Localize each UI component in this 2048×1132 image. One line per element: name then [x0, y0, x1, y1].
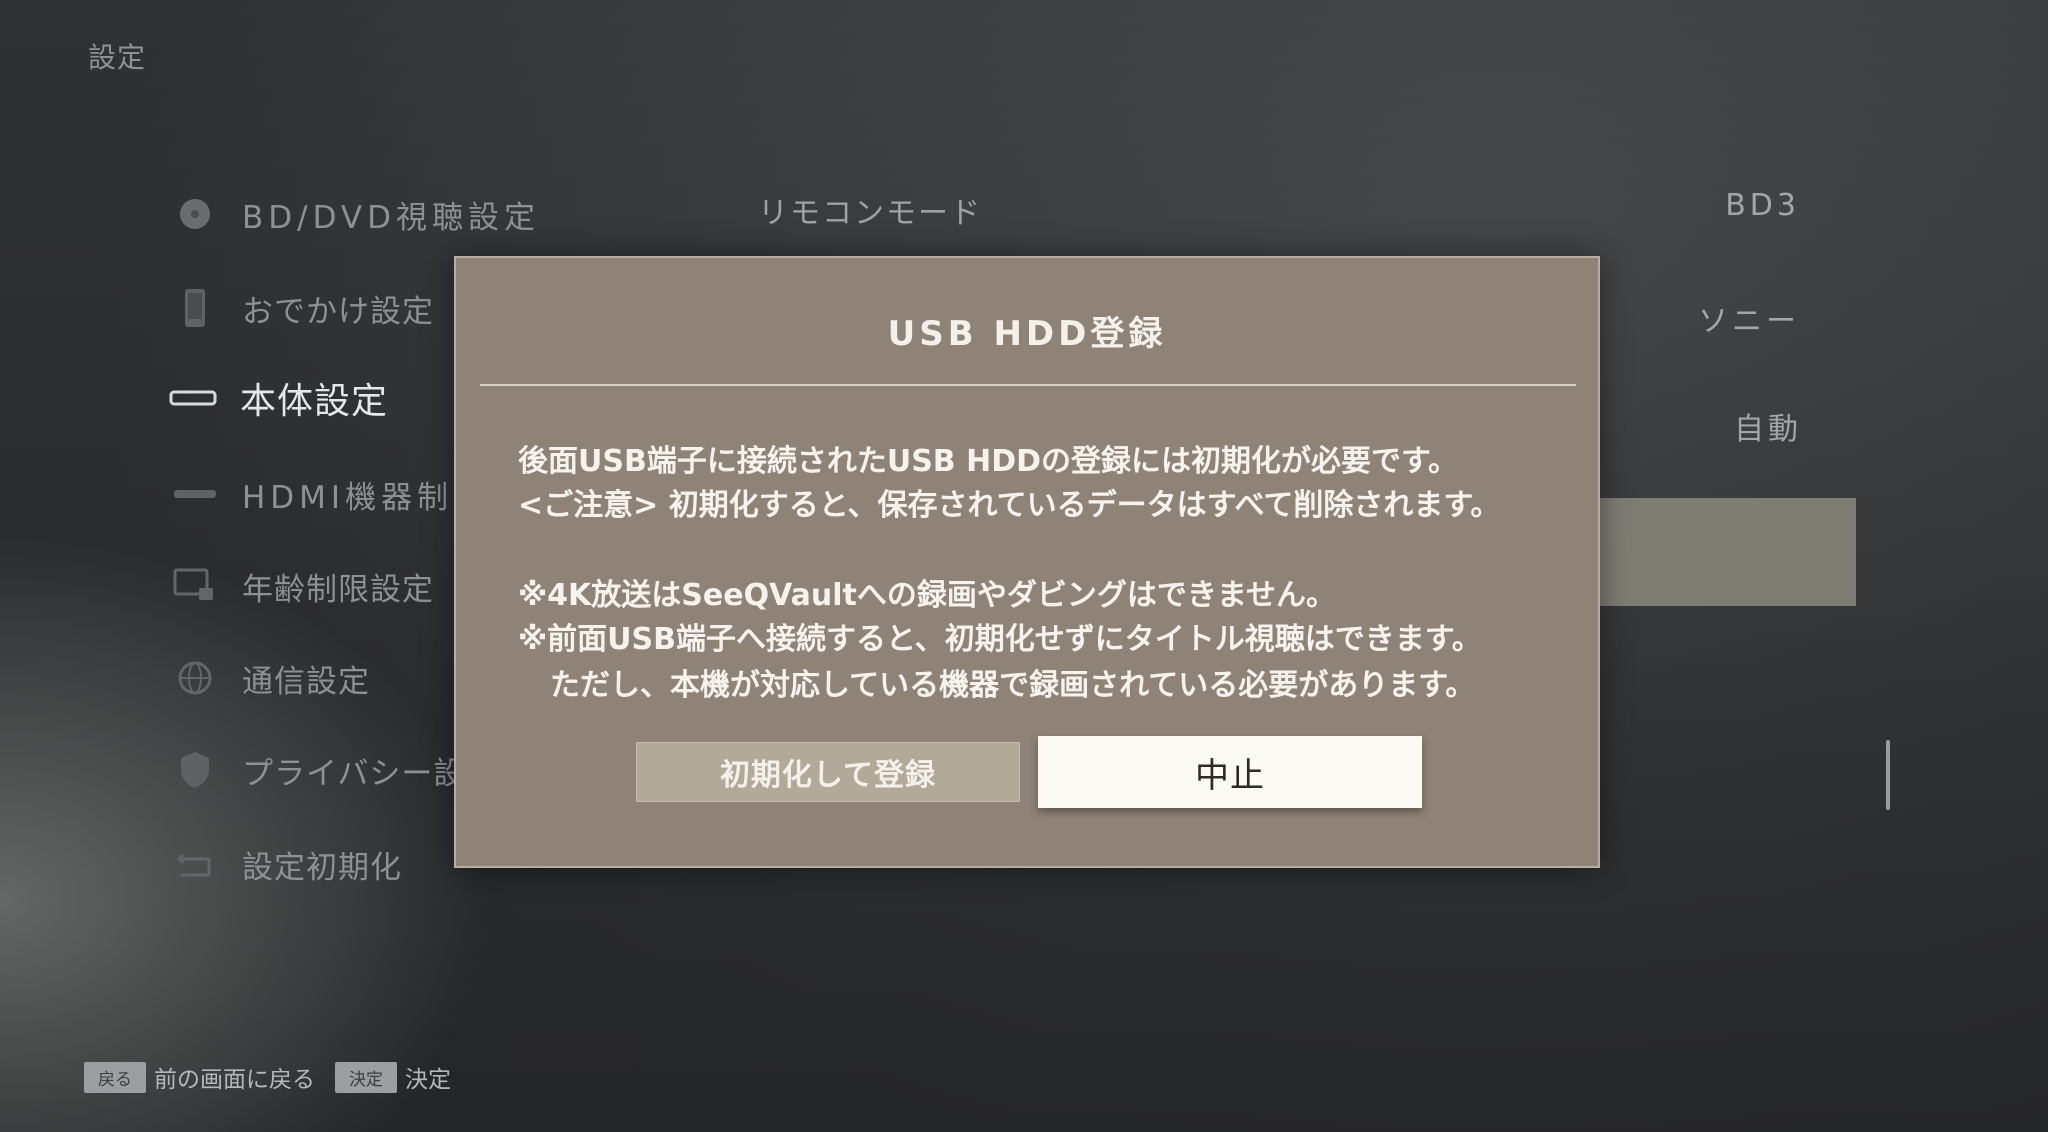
focused-row-highlight	[1590, 498, 1856, 606]
sidebar-item-tsushin[interactable]: 通信設定	[170, 648, 370, 708]
dialog-message-line: ※4K放送はSeeQVaultへの録画やダビングはできません。	[518, 578, 1336, 613]
globe-icon	[170, 658, 220, 698]
enter-key-chip: 決定	[335, 1061, 397, 1093]
sidebar-item-label: 通信設定	[242, 663, 370, 700]
phone-icon	[170, 288, 220, 328]
dialog-message-line: ※前面USB端子へ接続すると、初期化せずにタイトル視聴はできます。	[518, 622, 1482, 657]
setting-label-remote-mode: リモコンモード	[758, 196, 982, 231]
sidebar-item-privacy[interactable]: プライバシー設	[170, 740, 465, 800]
footer-hints: 戻る 前の画面に戻る 決定 決定	[84, 1060, 451, 1094]
shield-icon	[170, 750, 220, 790]
back-hint-text: 前の画面に戻る	[154, 1067, 315, 1093]
setting-value-maker[interactable]: ソニー	[1698, 296, 1800, 340]
sidebar-item-label: 設定初期化	[242, 849, 402, 886]
setting-value-remote-mode[interactable]: BD3	[1725, 188, 1800, 223]
parental-lock-icon	[170, 566, 220, 606]
sidebar-item-label: おでかけ設定	[242, 293, 434, 330]
setting-value-auto[interactable]: 自動	[1734, 404, 1802, 448]
sidebar-item-hontai[interactable]: 本体設定	[168, 368, 388, 428]
sidebar-item-label: HDMI機器制	[242, 479, 454, 516]
reset-icon	[170, 844, 220, 884]
dialog-message-line: 後面USB端子に接続されたUSB HDDの登録には初期化が必要です。	[518, 444, 1459, 479]
sidebar-item-nenrei[interactable]: 年齢制限設定	[170, 556, 434, 616]
initialize-and-register-button[interactable]: 初期化して登録	[636, 742, 1020, 802]
sidebar-item-label: 年齢制限設定	[242, 571, 434, 608]
sidebar-item-hdmi[interactable]: HDMI機器制	[170, 464, 453, 524]
sidebar-item-bd-dvd[interactable]: BD/DVD視聴設定	[170, 184, 540, 244]
sidebar-item-label: 本体設定	[240, 381, 389, 422]
dialog-message-line: ただし、本機が対応している機器で録画されている必要があります。	[550, 668, 1476, 703]
sidebar-item-label: プライバシー設	[242, 755, 466, 792]
screen-title: 設定	[88, 41, 147, 74]
scrollbar[interactable]	[1886, 740, 1890, 810]
enter-hint-text: 決定	[405, 1067, 451, 1093]
sidebar-item-odekake[interactable]: おでかけ設定	[170, 278, 434, 338]
usb-hdd-register-dialog: USB HDD登録 後面USB端子に接続されたUSB HDDの登録には初期化が必…	[454, 256, 1600, 868]
dialog-message-line: <ご注意> 初期化すると、保存されているデータはすべて削除されます。	[518, 488, 1501, 523]
sidebar-item-reset[interactable]: 設定初期化	[170, 834, 402, 894]
back-key-chip: 戻る	[84, 1061, 146, 1093]
hdmi-icon	[170, 474, 220, 514]
dialog-divider	[480, 384, 1576, 386]
sidebar-item-label: BD/DVD視聴設定	[242, 199, 540, 236]
disc-icon	[170, 194, 220, 234]
dialog-title: USB HDD登録	[887, 314, 1167, 354]
device-icon	[168, 378, 218, 418]
cancel-button[interactable]: 中止	[1038, 736, 1422, 808]
